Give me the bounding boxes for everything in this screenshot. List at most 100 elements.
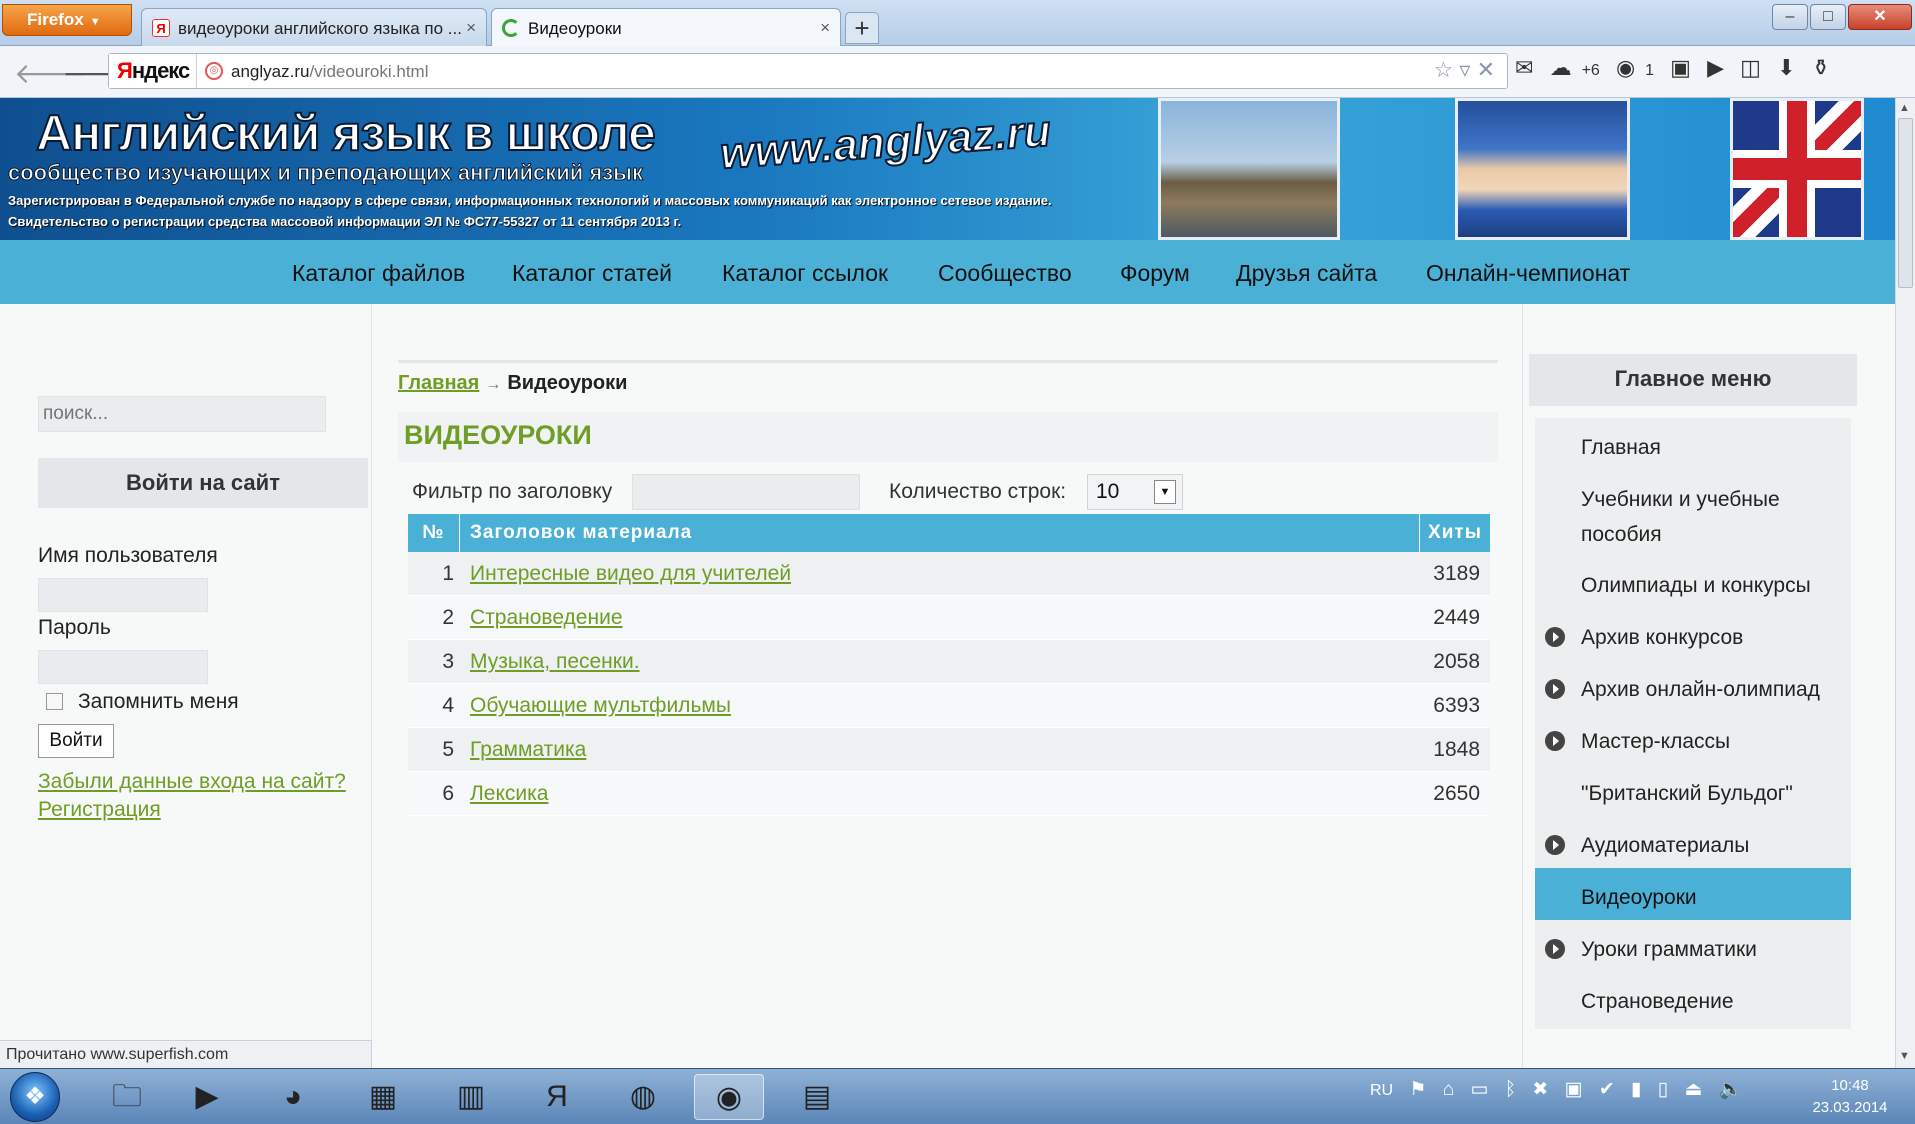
site-registration-notice: Зарегистрирован в Федеральной службе по … <box>8 193 1052 229</box>
evernote-icon[interactable]: ◉ <box>1616 55 1635 81</box>
column-header-hits[interactable]: Хиты <box>1420 514 1490 552</box>
forgot-login-link[interactable]: Забыли данные входа на сайт? <box>38 770 346 794</box>
play-icon[interactable]: ▶ <box>1707 55 1724 81</box>
vertical-scrollbar[interactable]: ▲ ▼ <box>1895 98 1915 1068</box>
firefox-icon[interactable]: ◉ <box>694 1074 764 1120</box>
usb-icon[interactable]: ⏏ <box>1685 1078 1703 1101</box>
site-identity-icon[interactable]: ◎ <box>205 62 223 80</box>
signal-icon[interactable]: ▮ <box>1631 1078 1641 1101</box>
media-player-icon[interactable]: ▶ <box>172 1074 242 1120</box>
menu-item-olympiad-archive[interactable]: Архив онлайн-олимпиад <box>1535 660 1851 717</box>
antivirus-icon[interactable]: ✖ <box>1532 1078 1548 1101</box>
menu-item-master-classes[interactable]: Мастер-классы <box>1535 712 1851 769</box>
column-header-num[interactable]: № <box>408 514 460 552</box>
menu-item-british-bulldog[interactable]: "Британский Бульдог" <box>1535 764 1851 821</box>
login-button[interactable]: Войти <box>38 724 114 758</box>
breadcrumb-home-link[interactable]: Главная <box>398 372 479 394</box>
url-bar-actions: ☆ ▿ ✕ <box>1434 57 1495 83</box>
yandex-browser-icon[interactable]: Я <box>522 1074 592 1120</box>
start-button[interactable]: ❖ <box>10 1072 60 1122</box>
gift-icon[interactable]: ⚱ <box>1812 55 1830 81</box>
menu-item-videouroki[interactable]: Видеоуроки <box>1535 868 1851 925</box>
weather-icon[interactable]: ☁ <box>1550 55 1572 81</box>
topmenu-forum[interactable]: Форум <box>1120 260 1190 287</box>
menu-item-country-studies[interactable]: Страноведение <box>1535 972 1851 1029</box>
row-number: 6 <box>442 782 454 805</box>
addon-icon[interactable]: ◫ <box>1740 55 1761 81</box>
downloads-extension-icon[interactable]: ▣ <box>1670 55 1691 81</box>
topmenu-link-catalog[interactable]: Каталог ссылок <box>722 260 888 287</box>
menu-item-label: Архив конкурсов <box>1581 626 1744 649</box>
monitor-icon[interactable]: ▭ <box>1470 1078 1488 1101</box>
archive-icon[interactable]: ▥ <box>436 1074 506 1120</box>
topmenu-article-catalog[interactable]: Каталог статей <box>512 260 672 287</box>
menu-item-contest-archive[interactable]: Архив конкурсов <box>1535 608 1851 665</box>
menu-item-textbooks[interactable]: Учебники и учебные пособия <box>1535 470 1851 562</box>
dropdown-arrow-icon[interactable]: ▼ <box>1154 480 1176 504</box>
column-header-title[interactable]: Заголовок материала <box>460 514 1420 552</box>
download-icon[interactable]: ⬇ <box>1777 55 1795 81</box>
maximize-button[interactable]: □ <box>1810 4 1846 30</box>
row-title-link[interactable]: Интересные видео для учителей <box>470 562 791 586</box>
language-indicator[interactable]: RU <box>1370 1082 1393 1100</box>
breadcrumb-arrow-icon: → <box>485 376 502 393</box>
close-tab-icon[interactable]: × <box>820 18 830 38</box>
url-text[interactable]: anglyaz.ru/videouroki.html <box>231 62 429 82</box>
flag-icon[interactable]: ⚑ <box>1409 1078 1426 1101</box>
bookmark-star-icon[interactable]: ☆ <box>1434 57 1454 82</box>
history-dropdown-icon[interactable]: ▿ <box>1459 57 1470 82</box>
firefox-menu-label: Firefox <box>27 10 84 29</box>
row-number: 5 <box>442 738 454 761</box>
row-title-link[interactable]: Музыка, песенки. <box>470 650 640 674</box>
close-tab-icon[interactable]: × <box>466 18 476 38</box>
scroll-thumb[interactable] <box>1898 118 1913 288</box>
row-title-link[interactable]: Лексика <box>470 782 548 806</box>
table-body: 1 Интересные видео для учителей 3189 2 Стра… <box>408 552 1490 816</box>
bluetooth-icon[interactable]: ᛒ <box>1505 1079 1516 1101</box>
topmenu-file-catalog[interactable]: Каталог файлов <box>292 260 465 287</box>
menu-item-label: Аудиоматериалы <box>1581 834 1750 857</box>
search-input[interactable] <box>38 396 326 432</box>
stop-icon[interactable]: ✕ <box>1477 57 1495 82</box>
menu-item-olympiads[interactable]: Олимпиады и конкурсы <box>1535 556 1851 613</box>
remember-me-checkbox[interactable] <box>46 693 63 710</box>
minimize-button[interactable]: – <box>1772 4 1808 30</box>
rows-count-select[interactable]: 10 ▼ <box>1087 474 1183 510</box>
tab-yandex-search[interactable]: Я видеоуроки английского языка по ... × <box>141 8 487 46</box>
url-host: anglyaz.ru <box>231 62 310 81</box>
menu-item-grammar-lessons[interactable]: Уроки грамматики <box>1535 920 1851 977</box>
menu-item-audio[interactable]: Аудиоматериалы <box>1535 816 1851 873</box>
register-link[interactable]: Регистрация <box>38 798 161 822</box>
paint-icon[interactable]: ◕ <box>258 1074 328 1120</box>
mail-icon[interactable]: ✉ <box>1515 55 1533 81</box>
password-field[interactable] <box>38 650 208 684</box>
update-icon[interactable]: ✔ <box>1599 1078 1615 1101</box>
new-tab-button[interactable]: + <box>845 12 879 44</box>
firefox-menu-button[interactable]: Firefox ▼ <box>2 4 132 36</box>
topmenu-online-championship[interactable]: Онлайн-чемпионат <box>1426 260 1630 287</box>
row-title-link[interactable]: Страноведение <box>470 606 623 630</box>
tab-videouroki[interactable]: Видеоуроки × <box>491 8 841 46</box>
topmenu-site-friends[interactable]: Друзья сайта <box>1236 260 1377 287</box>
battery-icon[interactable]: ▯ <box>1658 1078 1668 1101</box>
office-icon[interactable]: ▦ <box>348 1074 418 1120</box>
volume-icon[interactable]: 🔈 <box>1719 1077 1743 1101</box>
scroll-down-arrow-icon[interactable]: ▼ <box>1899 1050 1910 1062</box>
network-icon[interactable]: ⌂ <box>1443 1079 1454 1101</box>
yandex-search-button[interactable]: Яндекс <box>109 54 197 88</box>
username-field[interactable] <box>38 578 208 612</box>
site-url-logo: www.anglyaz.ru <box>718 106 1054 180</box>
explorer-icon[interactable]: 🗀 <box>92 1074 162 1120</box>
clock[interactable]: 10:48 23.03.2014 <box>1800 1075 1900 1119</box>
display-icon[interactable]: ▣ <box>1565 1078 1583 1101</box>
row-title-link[interactable]: Грамматика <box>470 738 586 762</box>
menu-item-home[interactable]: Главная <box>1535 418 1851 475</box>
row-title-link[interactable]: Обучающие мультфильмы <box>470 694 731 718</box>
topmenu-community[interactable]: Сообщество <box>938 260 1072 287</box>
close-window-button[interactable]: ✕ <box>1848 4 1912 30</box>
scroll-up-arrow-icon[interactable]: ▲ <box>1899 102 1910 114</box>
powerpoint-icon[interactable]: ▤ <box>782 1074 852 1120</box>
chrome-icon[interactable]: ◍ <box>608 1074 678 1120</box>
address-bar[interactable]: Яндекс ◎ anglyaz.ru/videouroki.html ☆ ▿ … <box>108 53 1508 89</box>
filter-input[interactable] <box>632 474 860 510</box>
